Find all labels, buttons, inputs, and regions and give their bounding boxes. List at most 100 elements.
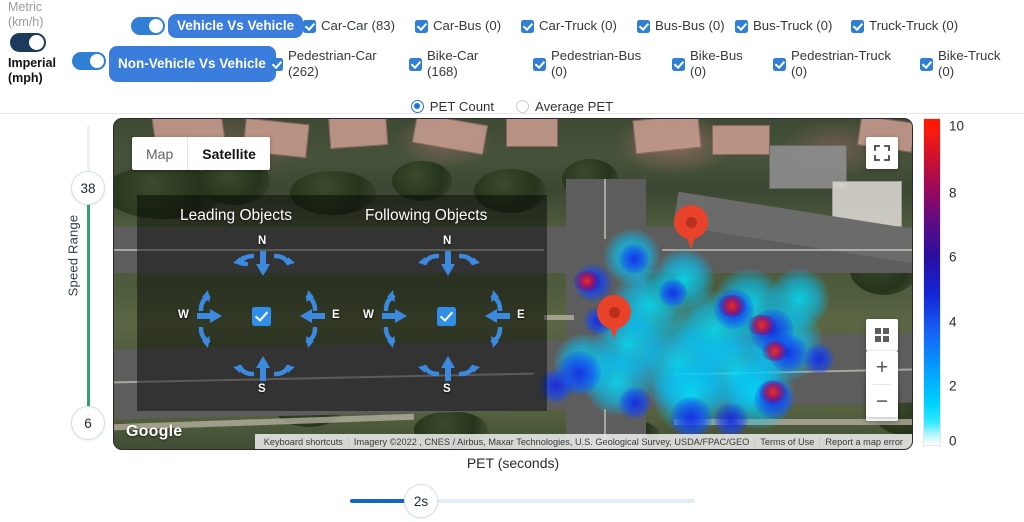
arrow-e-up[interactable] bbox=[300, 289, 318, 311]
checkbox-pedestrian-bus[interactable]: Pedestrian-Bus (0) bbox=[533, 48, 641, 80]
checkbox-car-car-box bbox=[303, 19, 316, 33]
following-objects-title: Following Objects bbox=[365, 207, 488, 224]
map-type-satellite[interactable]: Satellite bbox=[187, 137, 270, 170]
arrow-n-straight[interactable] bbox=[441, 251, 455, 277]
imperial-unit-label-line1: Imperial bbox=[8, 56, 56, 70]
road-vertical bbox=[566, 179, 646, 449]
roof bbox=[712, 125, 770, 155]
checkbox-bike-truck-box bbox=[920, 57, 933, 71]
colorbar-tick-2: 2 bbox=[949, 378, 957, 394]
checkbox-pedestrian-car-label: Pedestrian-Car (262) bbox=[288, 48, 377, 79]
arrow-n-left[interactable] bbox=[417, 253, 439, 271]
radio-pet-count-label: PET Count bbox=[429, 99, 495, 114]
checkbox-pedestrian-truck[interactable]: Pedestrian-Truck (0) bbox=[773, 48, 891, 80]
terms-of-use-link[interactable]: Terms of Use bbox=[754, 436, 819, 447]
arrow-n-straight[interactable] bbox=[256, 251, 270, 277]
map-type-control[interactable]: Map Satellite bbox=[132, 137, 270, 170]
speed-range-min-thumb[interactable]: 6 bbox=[71, 406, 105, 440]
colorbar-tick-8: 8 bbox=[949, 185, 957, 201]
report-map-error-link[interactable]: Report a map error bbox=[819, 436, 908, 447]
zoom-control[interactable]: + − bbox=[866, 351, 898, 417]
checkbox-bike-truck[interactable]: Bike-Truck (0) bbox=[920, 48, 1001, 80]
fullscreen-icon bbox=[874, 145, 890, 161]
arrow-w-down[interactable] bbox=[383, 327, 401, 349]
checkbox-bike-bus[interactable]: Bike-Bus (0) bbox=[672, 48, 743, 80]
map-layers-button[interactable] bbox=[866, 319, 898, 351]
arrow-e-down[interactable] bbox=[300, 327, 318, 349]
non-vehicle-vs-vehicle-toggle-knob bbox=[90, 54, 104, 68]
checkbox-bus-truck-box bbox=[735, 19, 748, 33]
arrow-s-left[interactable] bbox=[232, 359, 254, 377]
arrow-w-up[interactable] bbox=[198, 289, 216, 311]
following-center-checkbox[interactable] bbox=[437, 307, 456, 326]
checkbox-pedestrian-car[interactable]: Pedestrian-Car (262) bbox=[270, 48, 377, 80]
arrow-s-straight[interactable] bbox=[256, 355, 270, 381]
speed-range-max-thumb[interactable]: 38 bbox=[71, 171, 105, 205]
checkbox-car-car-label: Car-Car (83) bbox=[321, 18, 396, 33]
colorbar-tick-10: 10 bbox=[949, 118, 965, 134]
speed-range-slider[interactable]: Speed Range 38 6 bbox=[40, 118, 110, 448]
compass-label-s: S bbox=[443, 383, 451, 395]
leading-center-checkbox[interactable] bbox=[252, 307, 271, 326]
arrow-e-straight[interactable] bbox=[484, 309, 510, 323]
arrow-e-up[interactable] bbox=[485, 289, 503, 311]
checkbox-car-truck[interactable]: Car-Truck (0) bbox=[521, 18, 617, 34]
checkbox-car-bus[interactable]: Car-Bus (0) bbox=[415, 18, 501, 34]
pet-threshold-slider[interactable]: 2s bbox=[0, 484, 1024, 519]
leading-direction-compass[interactable]: N E S W bbox=[178, 235, 342, 397]
pet-slider-thumb[interactable]: 2s bbox=[404, 484, 438, 518]
direction-selection-overlay: Leading Objects Following Objects N E S … bbox=[137, 195, 547, 411]
map-container[interactable]: Leading Objects Following Objects N E S … bbox=[113, 118, 913, 450]
roof bbox=[411, 119, 489, 156]
colorbar-gradient bbox=[923, 118, 941, 446]
arrow-s-right[interactable] bbox=[459, 359, 481, 377]
zoom-in-button[interactable]: + bbox=[866, 351, 898, 384]
arrow-w-straight[interactable] bbox=[197, 309, 223, 323]
pet-colorbar-legend: 10 8 6 4 2 0 bbox=[923, 118, 1013, 450]
checkbox-bus-bus[interactable]: Bus-Bus (0) bbox=[637, 18, 725, 34]
vehicle-vs-vehicle-toggle[interactable] bbox=[131, 17, 165, 35]
checkbox-bus-truck[interactable]: Bus-Truck (0) bbox=[735, 18, 832, 34]
map-type-map[interactable]: Map bbox=[132, 137, 187, 170]
arrow-s-left[interactable] bbox=[417, 359, 439, 377]
arrow-s-straight[interactable] bbox=[441, 355, 455, 381]
fullscreen-button[interactable] bbox=[866, 137, 898, 169]
radio-pet-count[interactable]: PET Count bbox=[410, 99, 495, 114]
unit-system-toggle[interactable] bbox=[10, 33, 46, 52]
arrow-w-down[interactable] bbox=[198, 327, 216, 349]
arrow-e-straight[interactable] bbox=[299, 309, 325, 323]
radio-average-pet[interactable]: Average PET bbox=[516, 99, 613, 114]
arrow-n-left[interactable] bbox=[232, 253, 254, 271]
checkbox-bus-truck-label: Bus-Truck (0) bbox=[753, 18, 833, 33]
checkbox-car-car[interactable]: Car-Car (83) bbox=[303, 18, 395, 34]
roof bbox=[327, 119, 389, 149]
checkbox-bike-car[interactable]: Bike-Car (168) bbox=[409, 48, 478, 80]
compass-label-e: E bbox=[517, 309, 525, 321]
radio-average-pet-indicator bbox=[516, 100, 530, 113]
checkbox-bike-truck-label: Bike-Truck (0) bbox=[938, 48, 1001, 79]
sidewalk bbox=[544, 315, 574, 320]
compass-label-s: S bbox=[258, 383, 266, 395]
checkbox-truck-truck[interactable]: Truck-Truck (0) bbox=[851, 18, 958, 34]
compass-label-n: N bbox=[258, 235, 267, 247]
arrow-s-right[interactable] bbox=[274, 359, 296, 377]
vehicle-vs-vehicle-pill[interactable]: Vehicle Vs Vehicle bbox=[168, 14, 304, 38]
arrow-w-straight[interactable] bbox=[382, 309, 408, 323]
arrow-n-right[interactable] bbox=[274, 253, 296, 271]
checkbox-pedestrian-bus-box bbox=[533, 57, 546, 71]
arrow-e-down[interactable] bbox=[485, 327, 503, 349]
arrow-w-up[interactable] bbox=[383, 289, 401, 311]
following-direction-compass[interactable]: N E S W bbox=[363, 235, 527, 397]
roof bbox=[632, 119, 702, 155]
non-vehicle-vs-vehicle-toggle[interactable] bbox=[72, 52, 106, 70]
zoom-out-button[interactable]: − bbox=[866, 385, 898, 418]
checkbox-pedestrian-bus-label: Pedestrian-Bus (0) bbox=[551, 48, 642, 79]
checkbox-bike-car-box bbox=[409, 57, 422, 71]
arrow-n-right[interactable] bbox=[459, 253, 481, 271]
checkbox-pedestrian-truck-box bbox=[773, 57, 786, 71]
keyboard-shortcuts-link[interactable]: Keyboard shortcuts bbox=[259, 437, 348, 447]
colorbar-tick-4: 4 bbox=[949, 314, 957, 330]
toolbar-divider bbox=[0, 113, 1024, 114]
metric-unit-label-line1: Metric bbox=[8, 0, 43, 14]
non-vehicle-vs-vehicle-pill[interactable]: Non-Vehicle Vs Vehicle bbox=[109, 46, 276, 82]
